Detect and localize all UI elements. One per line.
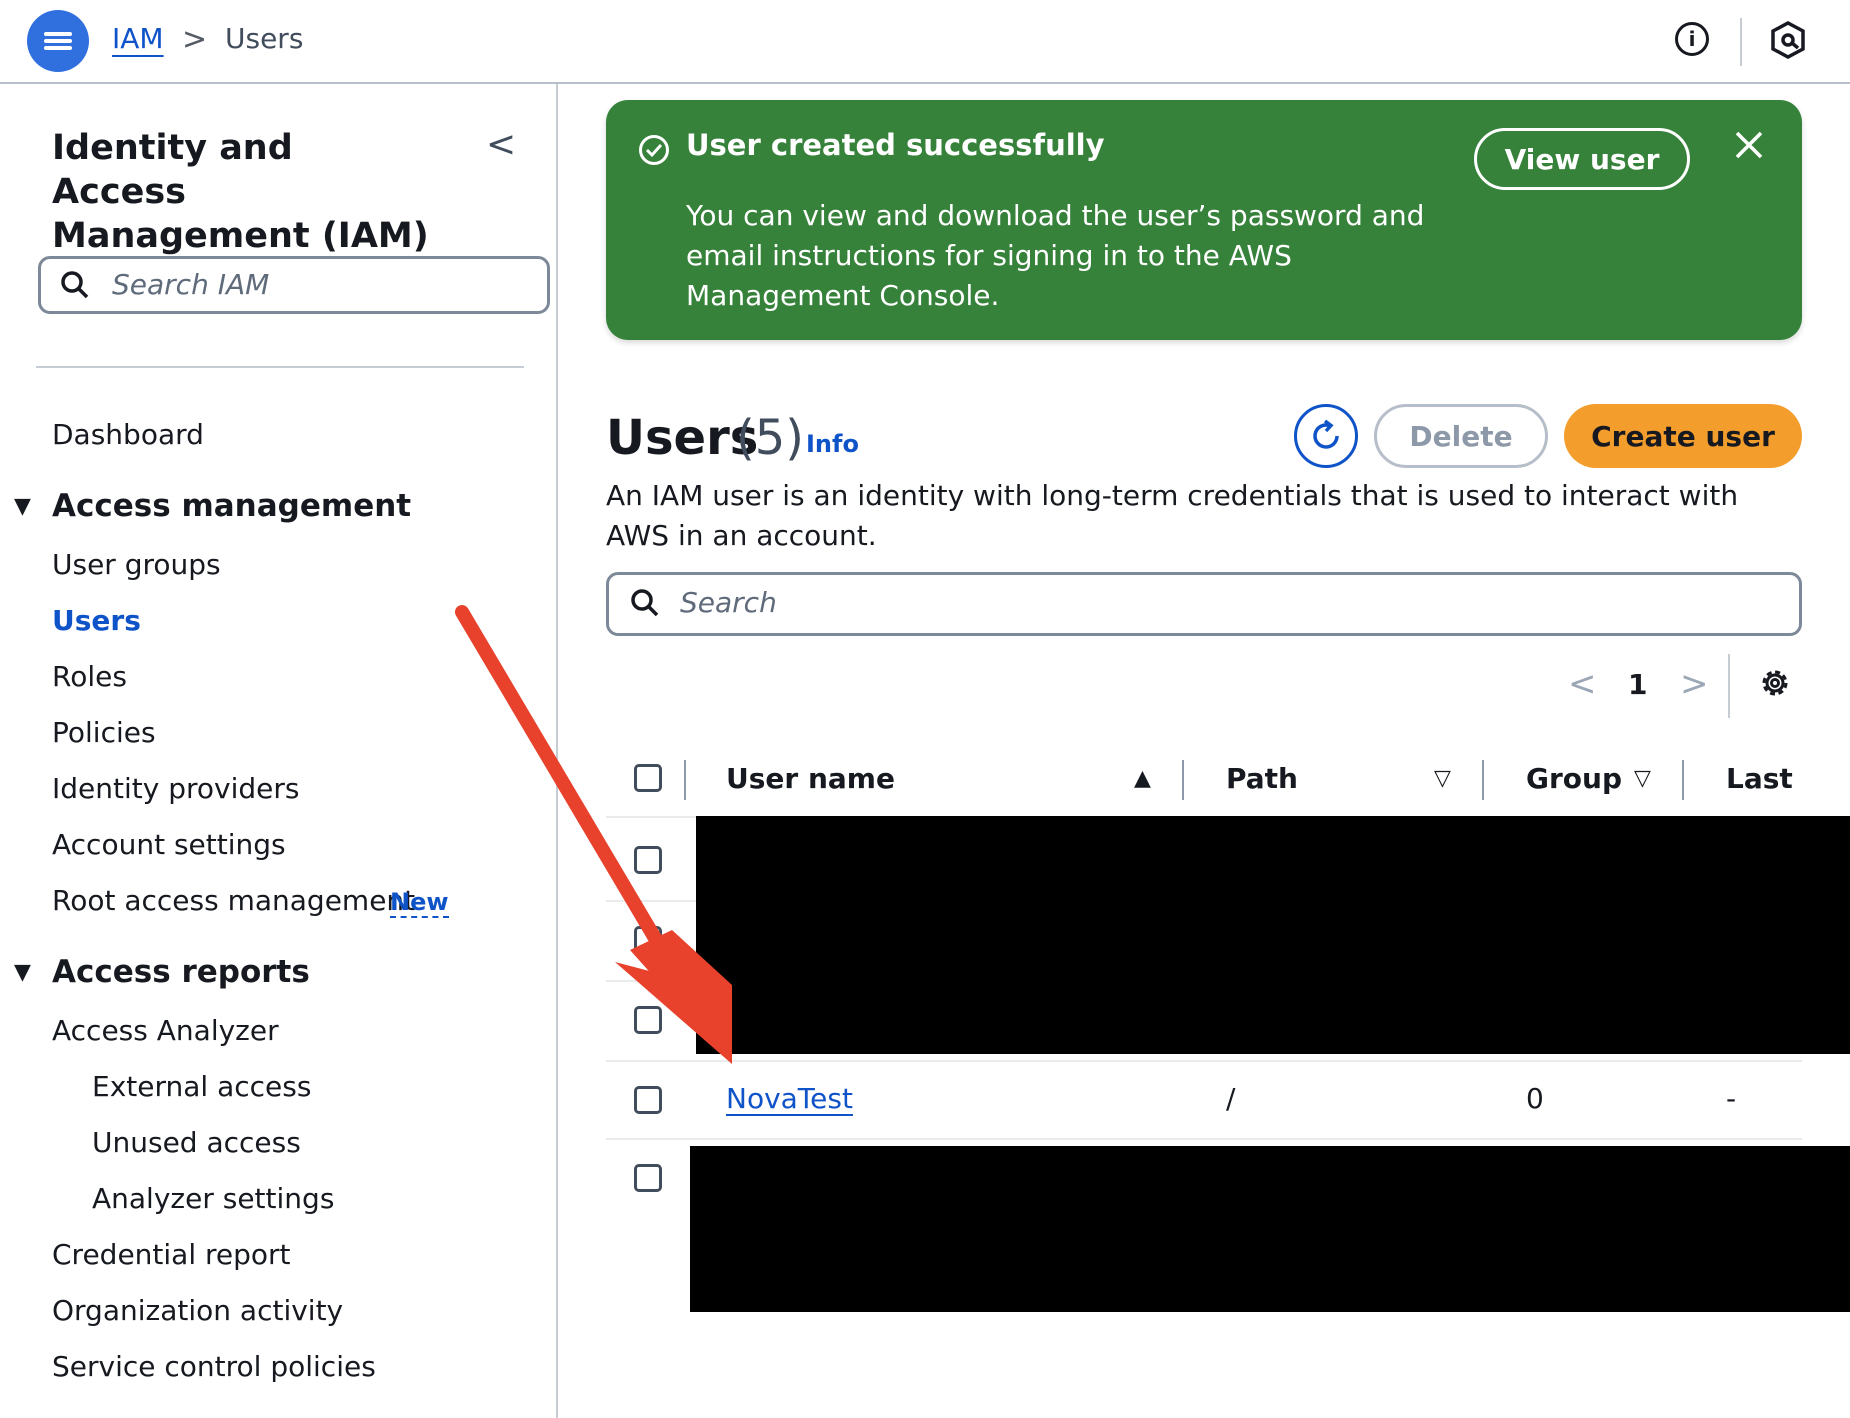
- sidebar-search-placeholder: Search IAM: [112, 268, 270, 301]
- info-icon[interactable]: i: [1675, 22, 1709, 56]
- nav-dashboard[interactable]: Dashboard: [52, 418, 204, 451]
- flash-message: You can view and download the user’s pas…: [686, 199, 1425, 312]
- breadcrumb-iam-link[interactable]: IAM: [112, 22, 164, 55]
- column-header-groups[interactable]: Groups: [1526, 762, 1622, 795]
- nav-roles[interactable]: Roles: [52, 660, 127, 693]
- next-page-button[interactable]: >: [1680, 664, 1709, 704]
- user-groups-count: 0: [1526, 1082, 1544, 1115]
- user-name-link[interactable]: NovaTest: [726, 1082, 853, 1115]
- sort-descending-icon[interactable]: ▽: [1434, 766, 1451, 791]
- row-divider: [606, 1060, 1802, 1062]
- nav-analyzer-settings[interactable]: Analyzer settings: [92, 1182, 334, 1215]
- create-user-button[interactable]: Create user: [1564, 404, 1802, 468]
- menu-toggle-button[interactable]: [27, 10, 89, 72]
- nav-external-access[interactable]: External access: [92, 1070, 311, 1103]
- nav-account-settings[interactable]: Account settings: [52, 828, 286, 861]
- collapse-sidebar-button[interactable]: <: [486, 124, 516, 165]
- row-divider: [606, 1138, 1802, 1140]
- info-link[interactable]: Info: [806, 430, 859, 458]
- nav-service-control-policies[interactable]: Service control policies: [52, 1350, 376, 1383]
- nav-access-analyzer[interactable]: Access Analyzer: [52, 1014, 279, 1047]
- column-separator[interactable]: [1182, 760, 1184, 800]
- notifications-settings-icon[interactable]: [1770, 20, 1806, 60]
- annotation-arrow: [455, 605, 732, 1064]
- nav-policies[interactable]: Policies: [52, 716, 156, 749]
- row-checkbox[interactable]: [634, 1164, 662, 1192]
- previous-page-button[interactable]: <: [1568, 664, 1597, 704]
- nav-users[interactable]: Users: [52, 604, 141, 637]
- sort-descending-icon[interactable]: ▽: [1634, 766, 1651, 791]
- user-path: /: [1226, 1082, 1236, 1115]
- column-header-path[interactable]: Path: [1226, 762, 1298, 795]
- sidebar-title: Identity and Access Management (IAM): [52, 128, 429, 256]
- nav-section-access-reports[interactable]: Access reports: [52, 954, 310, 990]
- breadcrumb-separator: >: [182, 22, 208, 57]
- gear-icon[interactable]: [1758, 666, 1792, 700]
- hamburger-icon: [44, 29, 72, 53]
- expand-triangle-icon[interactable]: ▼: [14, 960, 31, 985]
- expand-triangle-icon[interactable]: ▼: [14, 494, 31, 519]
- flash-title: User created successfully: [686, 128, 1105, 162]
- redacted-rows: [696, 816, 1850, 1054]
- users-search-input[interactable]: [606, 572, 1802, 636]
- nav-user-groups[interactable]: User groups: [52, 548, 221, 581]
- users-description: An IAM user is an identity with long-ter…: [606, 479, 1739, 552]
- info-icon-glyph: i: [1688, 27, 1696, 51]
- close-icon[interactable]: [1732, 128, 1766, 162]
- user-last-activity: -: [1726, 1082, 1737, 1115]
- nav-root-access-management[interactable]: Root access management: [52, 884, 415, 917]
- column-separator[interactable]: [1682, 760, 1684, 800]
- nav-identity-providers[interactable]: Identity providers: [52, 772, 299, 805]
- nav-section-access-management[interactable]: Access management: [52, 488, 411, 524]
- sort-ascending-icon[interactable]: ▲: [1134, 766, 1151, 791]
- row-checkbox-novatest[interactable]: [634, 1086, 662, 1114]
- success-check-icon: [639, 135, 669, 165]
- sidebar-divider: [36, 366, 524, 368]
- nav-unused-access[interactable]: Unused access: [92, 1126, 301, 1159]
- topbar-divider: [1740, 18, 1742, 66]
- search-icon: [61, 271, 89, 299]
- breadcrumb-current: Users: [225, 22, 304, 55]
- nav-organization-activity[interactable]: Organization activity: [52, 1294, 343, 1327]
- delete-button[interactable]: Delete: [1374, 404, 1548, 468]
- users-count: (5): [736, 410, 804, 466]
- nav-credential-report[interactable]: Credential report: [52, 1238, 291, 1271]
- current-page-number[interactable]: 1: [1628, 668, 1647, 701]
- pagination-divider: [1728, 654, 1730, 718]
- column-header-last-activity[interactable]: Last a: [1726, 762, 1802, 795]
- view-user-button[interactable]: View user: [1474, 128, 1690, 190]
- refresh-button[interactable]: [1294, 404, 1358, 468]
- refresh-icon: [1313, 419, 1339, 449]
- redacted-row: [690, 1146, 1850, 1312]
- column-separator[interactable]: [1482, 760, 1484, 800]
